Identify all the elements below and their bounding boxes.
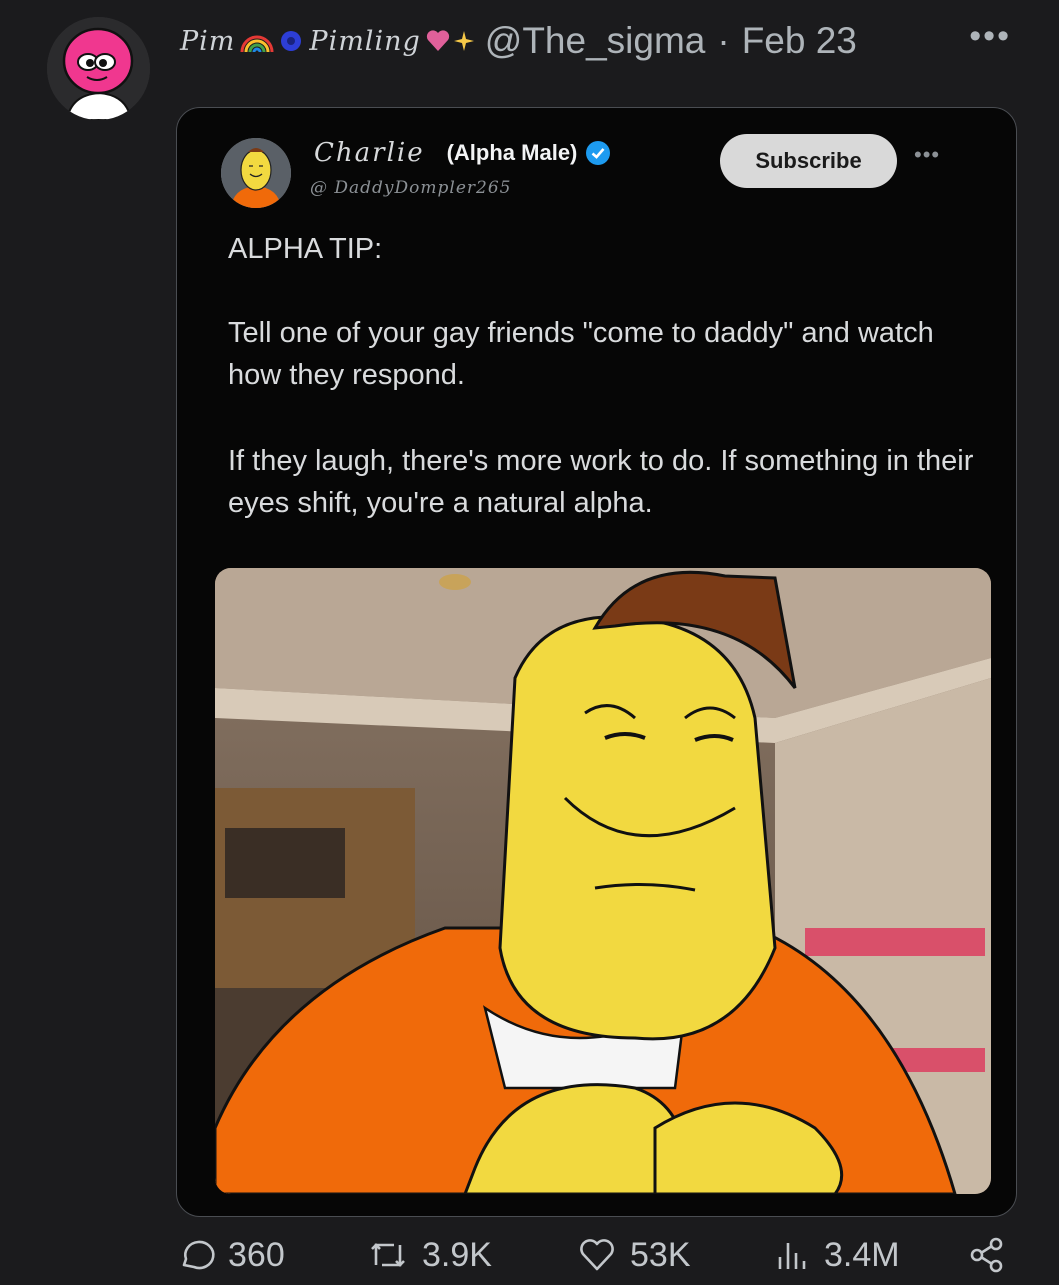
- share-icon: [970, 1237, 1003, 1273]
- post-more-options-icon[interactable]: •••: [969, 19, 1011, 53]
- quoted-author-handle[interactable]: @ DaddyDompler265: [310, 178, 511, 198]
- quoted-post-image[interactable]: [215, 568, 991, 1194]
- reply-icon: [182, 1240, 215, 1270]
- views-chart-icon: [778, 1243, 806, 1269]
- tip-paragraph-1: Tell one of your gay friends "come to da…: [228, 317, 934, 391]
- sparkle-icon: [453, 31, 474, 51]
- pink-blob-avatar-icon: [47, 17, 150, 120]
- author-name-emojis: [239, 26, 305, 56]
- views-button[interactable]: 3.4M: [772, 1235, 900, 1275]
- quoted-author-avatar[interactable]: [221, 138, 291, 208]
- character-drawing-image: [215, 568, 991, 1194]
- share-button[interactable]: [966, 1235, 1008, 1275]
- quoted-post-text: ALPHA TIP: Tell one of your gay friends …: [228, 228, 988, 524]
- post-date[interactable]: Feb 23: [742, 20, 857, 62]
- quoted-author-name[interactable]: Charlie (Alpha Male): [314, 138, 611, 168]
- reply-button[interactable]: 360: [176, 1235, 285, 1275]
- quoted-more-options-icon[interactable]: •••: [914, 142, 940, 168]
- quoted-post-card[interactable]: Charlie (Alpha Male) @ DaddyDompler265 S…: [176, 107, 1017, 1217]
- tip-heading: ALPHA TIP:: [228, 233, 383, 265]
- heart-sparkle-emojis: [425, 29, 475, 53]
- author-avatar[interactable]: [47, 17, 150, 120]
- quoted-name-script: Charlie: [314, 138, 425, 168]
- heart-icon: [580, 1239, 614, 1271]
- verified-badge-icon: [586, 141, 611, 165]
- pink-heart-icon: [426, 30, 449, 51]
- author-handle[interactable]: @The_sigma: [485, 20, 706, 62]
- like-button[interactable]: 53K: [576, 1235, 691, 1275]
- like-count: 53K: [630, 1235, 691, 1274]
- author-display-name[interactable]: Pim: [180, 26, 235, 57]
- view-count: 3.4M: [824, 1235, 900, 1274]
- repost-icon: [371, 1243, 405, 1267]
- repost-button[interactable]: 3.9K: [366, 1235, 492, 1275]
- author-display-name-2[interactable]: Pimling: [309, 26, 420, 57]
- repost-count: 3.9K: [422, 1235, 492, 1274]
- quoted-name-bold: (Alpha Male): [446, 140, 578, 165]
- reply-count: 360: [228, 1235, 285, 1274]
- tip-paragraph-2: If they laugh, there's more work to do. …: [228, 445, 974, 519]
- post-header: Pim Pimling @The_sigma · Feb 23: [180, 16, 1019, 66]
- blue-flower-icon: [281, 31, 302, 51]
- rainbow-icon: [240, 35, 274, 53]
- post-action-bar: 360 3.9K 53K 3.4M: [176, 1228, 1026, 1282]
- subscribe-button[interactable]: Subscribe: [720, 134, 897, 188]
- charlie-avatar-icon: [221, 138, 291, 208]
- separator-dot: ·: [717, 20, 730, 61]
